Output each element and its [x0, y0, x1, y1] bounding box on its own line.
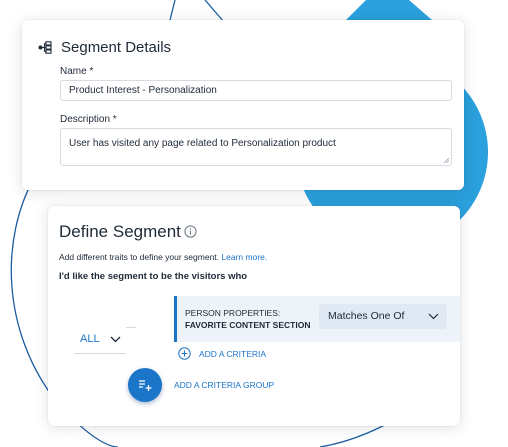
criteria-row[interactable]: PERSON PROPERTIES: FAVORITE CONTENT SECT… [174, 296, 460, 342]
info-icon[interactable] [184, 225, 197, 238]
name-label: Name * [60, 66, 94, 77]
add-criteria-group-link[interactable]: ADD A CRITERIA GROUP [174, 380, 274, 390]
property-category: PERSON PROPERTIES: [185, 308, 281, 318]
description-label: Description * [60, 114, 117, 125]
description-textarea[interactable]: User has visited any page related to Per… [60, 128, 452, 166]
operator-value: Matches One Of [328, 310, 405, 322]
connector-line [126, 327, 136, 328]
plus-circle-icon [178, 347, 191, 360]
logic-operator-underline [74, 353, 126, 354]
segment-tree-icon [38, 41, 52, 54]
property-name: FAVORITE CONTENT SECTION [185, 320, 311, 330]
logic-operator-select[interactable]: ALL [80, 333, 121, 345]
chevron-down-icon [428, 313, 439, 320]
add-criteria-button[interactable]: ADD A CRITERIA [178, 347, 266, 360]
name-input-value: Product Interest - Personalization [69, 85, 217, 96]
decor-arc-line [204, 0, 225, 23]
help-text: Add different traits to define your segm… [59, 252, 220, 262]
resize-handle-icon[interactable] [443, 157, 449, 163]
visitors-heading: I'd like the segment to be the visitors … [59, 271, 248, 282]
decor-triangle-top [346, 0, 432, 20]
add-criteria-label: ADD A CRITERIA [199, 348, 267, 359]
segment-details-card: Segment Details Name * Product Interest … [22, 20, 464, 190]
chevron-down-icon [110, 336, 121, 342]
add-criteria-group-button[interactable] [128, 368, 162, 402]
description-value: User has visited any page related to Per… [69, 138, 336, 149]
define-segment-title: Define Segment [59, 222, 181, 241]
segment-details-title: Segment Details [61, 39, 172, 56]
logic-operator-value: ALL [80, 333, 100, 345]
learn-more-link[interactable]: Learn more. [221, 252, 267, 262]
name-input[interactable]: Product Interest - Personalization [60, 80, 452, 101]
add-group-icon [139, 380, 152, 391]
operator-dropdown[interactable]: Matches One Of [319, 304, 447, 329]
define-segment-card: Define Segment Add different traits to d… [48, 206, 460, 426]
segment-details-header: Segment Details [38, 39, 171, 56]
help-text-line: Add different traits to define your segm… [59, 252, 267, 262]
